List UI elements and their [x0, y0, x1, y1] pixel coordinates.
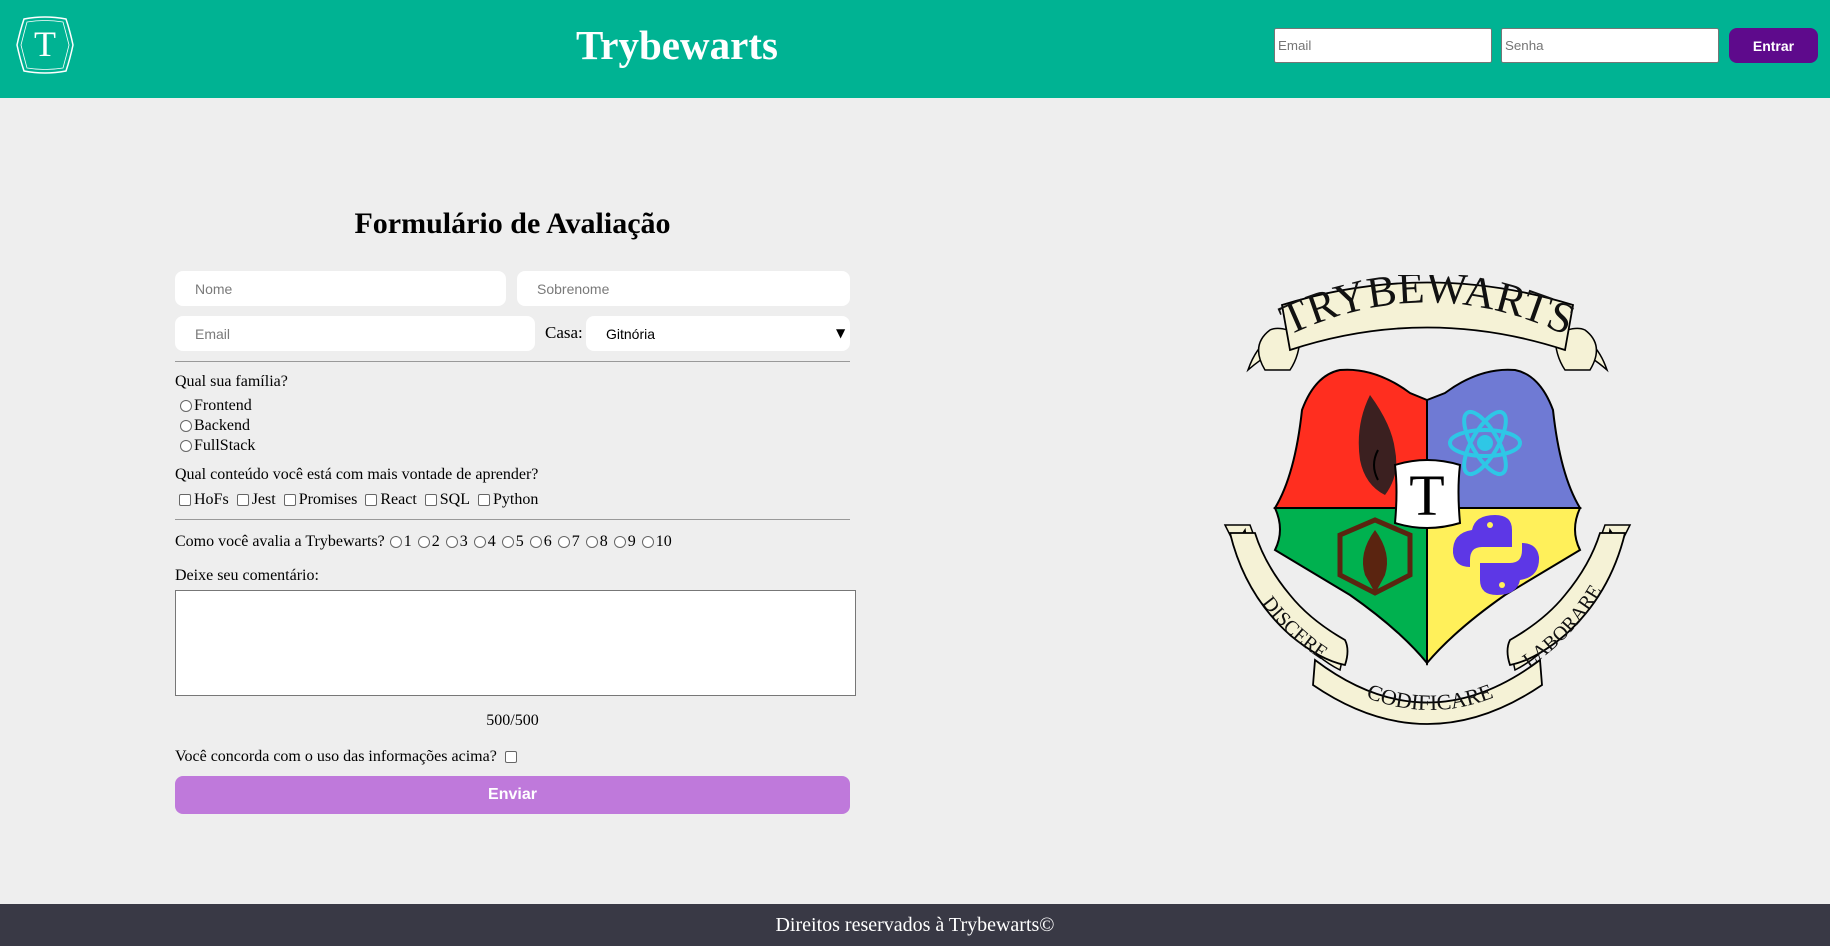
family-label: Backend — [194, 417, 250, 434]
family-label: Frontend — [194, 397, 252, 414]
rating-radio[interactable] — [417, 535, 430, 548]
rating-label: 2 — [431, 533, 440, 550]
content-option[interactable]: Jest — [236, 490, 276, 509]
rating-radio[interactable] — [585, 535, 598, 548]
footer-text: Direitos reservados à Trybewarts© — [775, 914, 1055, 936]
content-label: SQL — [439, 491, 471, 508]
login-password-input[interactable] — [1501, 28, 1719, 63]
house-select[interactable]: Gitnória — [586, 316, 850, 351]
form-title: Formulário de Avaliação — [354, 207, 671, 240]
rating-label: 7 — [571, 533, 580, 550]
rating-option[interactable]: 5 — [501, 532, 524, 551]
rating-option[interactable]: 3 — [445, 532, 468, 551]
family-label: FullStack — [194, 437, 256, 454]
content-question: Qual conteúdo você está com mais vontade… — [175, 466, 539, 483]
trybewarts-logo: T — [16, 15, 74, 75]
content-checkbox[interactable] — [283, 493, 296, 506]
center-badge: T — [1393, 459, 1462, 529]
email-input[interactable] — [175, 316, 535, 351]
content-checkbox[interactable] — [179, 493, 191, 506]
rating-radio[interactable] — [473, 535, 486, 548]
family-radio-backend[interactable] — [180, 419, 192, 432]
rating-radio[interactable] — [557, 535, 570, 548]
content-checkbox[interactable] — [424, 493, 437, 506]
family-radio-frontend[interactable] — [180, 399, 192, 412]
house-selected-value: Gitnória — [606, 325, 656, 342]
family-option[interactable]: Frontend — [180, 396, 252, 415]
rating-label: 5 — [515, 533, 524, 550]
house-label: Casa: — [545, 323, 583, 342]
rating-radio[interactable] — [529, 535, 542, 548]
rating-label: 8 — [599, 533, 608, 550]
agreement-label: Você concorda com o uso das informações … — [175, 748, 497, 765]
footer: Direitos reservados à Trybewarts© — [0, 904, 1830, 946]
family-radio-fullstack[interactable] — [180, 439, 192, 452]
content-option[interactable]: React — [365, 490, 417, 509]
rating-radio[interactable] — [641, 535, 654, 548]
content-option[interactable]: Python — [478, 490, 538, 509]
rating-option[interactable]: 6 — [529, 532, 552, 551]
rating-option[interactable]: 1 — [389, 532, 412, 551]
logo-badge-icon: T — [16, 16, 74, 74]
family-option[interactable]: Backend — [180, 416, 250, 435]
trybewarts-crest: TRYBEWARTS T DISCERE CODIFICARE LABORARE — [1220, 275, 1635, 730]
agreement-checkbox[interactable] — [504, 750, 517, 763]
rating-radio[interactable] — [389, 535, 402, 548]
rating-option[interactable]: 7 — [557, 532, 580, 551]
top-banner: TRYBEWARTS — [1246, 275, 1609, 373]
rating-option[interactable]: 2 — [417, 532, 440, 551]
rating-option[interactable]: 10 — [641, 532, 672, 551]
divider — [175, 519, 850, 520]
brand-title: Trybewarts — [576, 22, 778, 68]
logo-letter: T — [34, 24, 56, 64]
rating-label: 10 — [655, 533, 672, 550]
rating-row: Como você avalia a Trybewarts? 1 2 3 4 5… — [175, 532, 678, 551]
content-checkbox[interactable] — [236, 493, 249, 506]
login-email-input[interactable] — [1274, 28, 1492, 63]
rating-label: 1 — [403, 533, 412, 550]
rating-question: Como você avalia a Trybewarts? — [175, 533, 385, 550]
center-letter: T — [1409, 463, 1444, 528]
crest-image: TRYBEWARTS T DISCERE CODIFICARE LABORARE — [1223, 275, 1632, 725]
top-header: T Trybewarts Entrar — [0, 0, 1830, 98]
agreement-row: Você concorda com o uso das informações … — [175, 747, 520, 766]
first-name-input[interactable] — [175, 271, 506, 306]
rating-label: 4 — [487, 533, 496, 550]
content-options: HoFs Jest Promises React SQL Python — [179, 490, 546, 509]
content-option[interactable]: SQL — [424, 490, 471, 509]
rating-label: 6 — [543, 533, 552, 550]
content-checkbox[interactable] — [365, 493, 378, 506]
rating-option[interactable]: 9 — [613, 532, 636, 551]
content-option[interactable]: HoFs — [179, 490, 229, 509]
login-button[interactable]: Entrar — [1729, 28, 1818, 63]
rating-label: 3 — [459, 533, 468, 550]
comment-label: Deixe seu comentário: — [175, 567, 319, 584]
divider — [175, 361, 850, 362]
submit-button[interactable]: Enviar — [175, 776, 850, 814]
content-label: Python — [493, 491, 539, 508]
rating-radio[interactable] — [501, 535, 514, 548]
content-label: Jest — [251, 491, 276, 508]
rating-radio[interactable] — [445, 535, 458, 548]
content-label: React — [380, 491, 417, 508]
family-option[interactable]: FullStack — [180, 436, 255, 455]
rating-radio[interactable] — [613, 535, 626, 548]
family-question: Qual sua família? — [175, 373, 288, 390]
last-name-input[interactable] — [517, 271, 850, 306]
rating-label: 9 — [627, 533, 636, 550]
rating-option[interactable]: 4 — [473, 532, 496, 551]
chevron-down-icon: ▼ — [836, 326, 846, 340]
content-label: Promises — [298, 491, 358, 508]
comment-textarea[interactable] — [175, 590, 856, 696]
content-label: HoFs — [194, 491, 229, 508]
rating-option[interactable]: 8 — [585, 532, 608, 551]
content-option[interactable]: Promises — [283, 490, 358, 509]
character-counter: 500/500 — [486, 712, 539, 729]
content-checkbox[interactable] — [478, 493, 491, 506]
